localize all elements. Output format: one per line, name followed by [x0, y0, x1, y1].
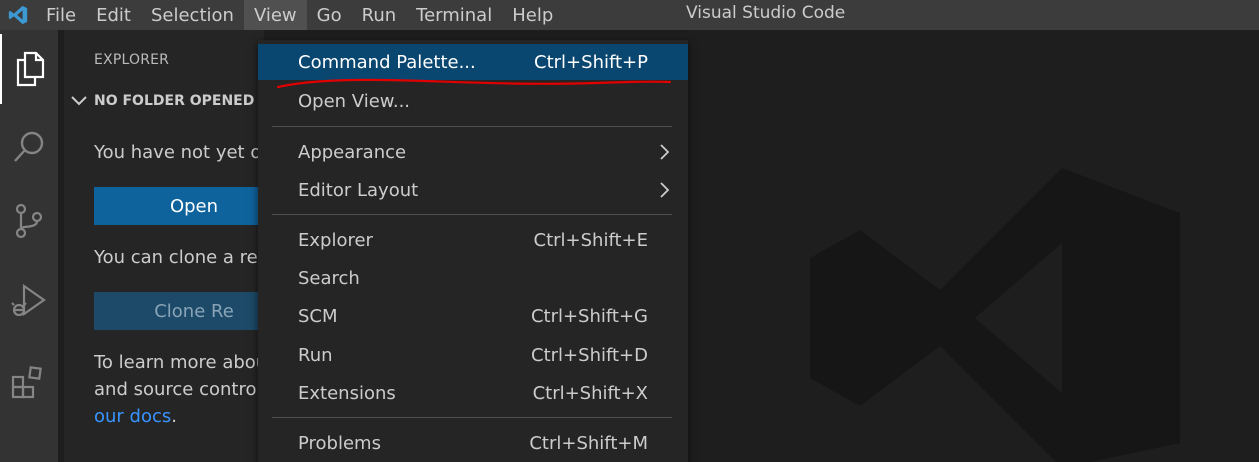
menu-help[interactable]: Help — [502, 0, 563, 30]
menu-item-label: Search — [298, 267, 360, 289]
explorer-icon[interactable] — [0, 34, 58, 104]
menu-item-open-view[interactable]: Open View... — [258, 83, 688, 119]
menu-item-label: Extensions — [298, 382, 396, 404]
menu-item-search[interactable]: Search — [258, 260, 688, 296]
menu-item-label: Editor Layout — [298, 179, 419, 201]
docs-suffix: . — [171, 406, 177, 427]
menu-item-appearance[interactable]: Appearance — [258, 134, 688, 170]
menu-item-shortcut: Ctrl+Shift+X — [532, 382, 648, 404]
menu-item-label: Appearance — [298, 141, 407, 163]
run-debug-icon[interactable] — [0, 266, 58, 336]
no-folder-section-header[interactable]: NO FOLDER OPENED — [70, 93, 254, 109]
menu-separator — [272, 417, 672, 418]
learn-more-line-2: and source control — [94, 379, 262, 400]
menu-item-editor-layout[interactable]: Editor Layout — [258, 172, 688, 208]
menu-item-label: Explorer — [298, 229, 373, 251]
no-folder-message: You have not yet op — [94, 142, 264, 163]
clone-message: You can clone a rep — [94, 247, 264, 268]
docs-link[interactable]: our docs — [94, 406, 171, 427]
open-folder-button[interactable]: Open — [94, 187, 264, 225]
menu-bar: File Edit Selection View Go Run Terminal… — [36, 0, 563, 30]
menu-item-scm[interactable]: SCM Ctrl+Shift+G — [258, 298, 688, 334]
menu-item-shortcut: Ctrl+Shift+D — [531, 344, 648, 366]
search-icon[interactable] — [0, 112, 58, 182]
learn-more-line-3: our docs. — [94, 403, 177, 431]
chevron-right-icon — [660, 182, 670, 198]
menu-item-explorer[interactable]: Explorer Ctrl+Shift+E — [258, 222, 688, 258]
menu-file[interactable]: File — [36, 0, 86, 30]
vscode-watermark-icon — [810, 168, 1180, 462]
menu-run[interactable]: Run — [352, 0, 407, 30]
source-control-icon[interactable] — [0, 186, 58, 256]
menu-selection[interactable]: Selection — [141, 0, 244, 30]
chevron-down-icon — [71, 96, 87, 106]
menu-terminal[interactable]: Terminal — [406, 0, 502, 30]
window-title: Visual Studio Code — [686, 3, 846, 23]
menu-separator — [272, 126, 672, 127]
chevron-right-icon — [660, 144, 670, 160]
menu-separator — [272, 214, 672, 215]
extensions-icon[interactable] — [0, 348, 58, 418]
vscode-logo-icon — [0, 0, 36, 30]
menu-item-label: Run — [298, 344, 333, 366]
sidebar-title: EXPLORER — [94, 52, 170, 68]
menu-item-problems[interactable]: Problems Ctrl+Shift+M — [258, 425, 688, 461]
menu-item-shortcut: Ctrl+Shift+G — [530, 305, 648, 327]
title-bar: File Edit Selection View Go Run Terminal… — [0, 0, 1259, 30]
menu-item-shortcut: Ctrl+Shift+E — [533, 229, 648, 251]
menu-item-label: SCM — [298, 305, 338, 327]
menu-item-label: Open View... — [298, 90, 411, 112]
activity-bar — [0, 30, 58, 462]
menu-item-shortcut: Ctrl+Shift+M — [529, 432, 648, 454]
clone-repository-button[interactable]: Clone Re — [94, 292, 264, 330]
menu-go[interactable]: Go — [307, 0, 352, 30]
section-label: NO FOLDER OPENED — [94, 93, 255, 109]
menu-item-run[interactable]: Run Ctrl+Shift+D — [258, 337, 688, 373]
menu-item-shortcut: Ctrl+Shift+P — [534, 51, 648, 73]
menu-edit[interactable]: Edit — [86, 0, 141, 30]
menu-item-label: Command Palette... — [298, 51, 476, 73]
menu-item-extensions[interactable]: Extensions Ctrl+Shift+X — [258, 375, 688, 411]
explorer-sidebar: EXPLORER NO FOLDER OPENED You have not y… — [64, 30, 264, 462]
learn-more-line-1: To learn more abou — [94, 352, 264, 373]
menu-item-label: Problems — [298, 432, 381, 454]
menu-view[interactable]: View — [243, 0, 307, 30]
view-menu-dropdown: Command Palette... Ctrl+Shift+P Open Vie… — [258, 40, 688, 462]
